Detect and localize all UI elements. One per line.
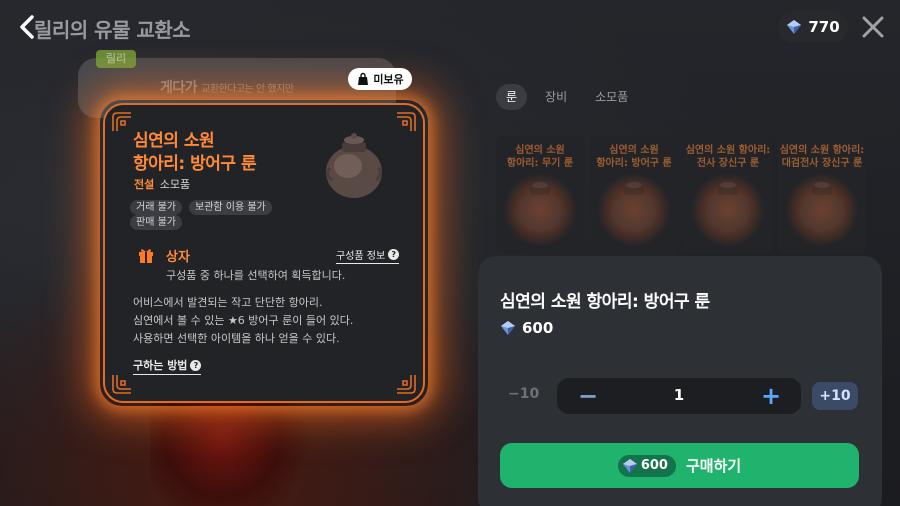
buy-label: 구매하기	[685, 457, 742, 475]
gem-icon	[622, 458, 637, 473]
shop-item-name-line1: 심연의 소원 항아리:	[685, 145, 771, 156]
jar-icon	[325, 133, 383, 198]
npc-speech-text: 게다가 교환한다고는 안 했지만	[160, 77, 294, 97]
item-name-line1: 심연의 소원	[133, 131, 215, 151]
jar-icon	[612, 182, 656, 232]
buy-price-value: 600	[640, 458, 668, 473]
item-tag: 보관함 이용 불가	[189, 200, 272, 215]
shop-item-name-line1: 심연의 소원	[609, 145, 659, 156]
npc-name-tag: 릴리	[96, 50, 136, 68]
gem-icon	[787, 20, 802, 34]
jar-icon	[706, 182, 750, 232]
background-decor	[150, 395, 330, 506]
item-shelf: 심연의 소원항아리: 무기 룬 심연의 소원항아리: 방어구 룬 심연의 소원 …	[490, 128, 900, 256]
shop-item-name: 심연의 소원항아리: 무기 룬	[496, 144, 584, 170]
corner-ornament-icon	[395, 373, 417, 395]
category-tabs: 룬 장비 소모품	[496, 84, 638, 110]
quantity-value[interactable]: 1	[657, 386, 701, 404]
shop-item-name-line2: 전사 장신구 룬	[696, 158, 760, 169]
not-owned-label: 미보유	[373, 73, 404, 86]
item-description: 어비스에서 발견되는 작고 단단한 항아리. 심연에서 볼 수 있는 ★6 방어…	[133, 294, 403, 348]
plus-10-button[interactable]: +10	[812, 382, 858, 410]
purchase-price-value: 600	[522, 319, 554, 337]
question-icon: ?	[388, 249, 400, 260]
shop-item-name-line1: 심연의 소원 항아리:	[779, 145, 865, 156]
currency-amount: 770	[808, 18, 840, 36]
tab-consumable[interactable]: 소모품	[585, 84, 638, 110]
quantity-stepper: − 1 +	[557, 378, 801, 414]
item-grade: 전설	[134, 178, 155, 191]
jar-icon	[518, 182, 562, 232]
decrease-button[interactable]: −	[577, 382, 599, 410]
item-tag: 판매 불가	[130, 215, 182, 230]
gift-box-icon	[139, 249, 153, 263]
shop-item-name-line2: 항아리: 무기 룬	[506, 158, 574, 169]
buy-button[interactable]: 600 구매하기	[500, 443, 859, 488]
question-icon: ?	[190, 359, 202, 371]
item-grade-line: 전설 소모품	[134, 176, 190, 192]
shop-item-name-line1: 심연의 소원	[515, 145, 565, 156]
jar-icon	[800, 182, 844, 232]
increase-button[interactable]: +	[759, 382, 783, 410]
shop-item-name: 심연의 소원 항아리: 전사 장신구 룬	[684, 144, 772, 170]
how-to-get-label: 구하는 방법	[133, 359, 188, 372]
gem-icon	[501, 321, 515, 335]
item-description-line: 심연에서 볼 수 있는 ★6 방어구 룬이 들어 있다.	[133, 314, 354, 327]
shop-item-slot[interactable]: 심연의 소원 항아리: 대검전사 장신구 룬	[778, 136, 866, 254]
shop-item-slot[interactable]: 심연의 소원항아리: 방어구 룬	[590, 136, 678, 254]
npc-speech-sub: 교환한다고는 안 했지만	[201, 84, 294, 95]
item-name-line2: 항아리: 방어구 룬	[133, 154, 257, 174]
corner-ornament-icon	[395, 111, 417, 133]
purchase-item-name: 심연의 소원 항아리: 방어구 룬	[500, 292, 710, 312]
not-owned-badge: 미보유	[348, 68, 412, 90]
how-to-get-link[interactable]: 구하는 방법 ?	[133, 357, 202, 375]
shop-item-name-line2: 대검전사 장신구 룬	[781, 158, 863, 169]
item-name: 심연의 소원 항아리: 방어구 룬	[133, 130, 293, 176]
composition-info-label: 구성품 정보	[336, 251, 386, 262]
corner-ornament-icon	[111, 373, 133, 395]
corner-ornament-icon	[111, 111, 133, 133]
plus-icon: +	[760, 382, 782, 410]
page-title: 릴리의 유물 교환소	[34, 18, 191, 42]
close-button[interactable]	[860, 14, 886, 40]
item-description-line: 어비스에서 발견되는 작고 단단한 항아리.	[133, 296, 323, 309]
tab-rune[interactable]: 룬	[496, 84, 528, 110]
shop-item-name: 심연의 소원 항아리: 대검전사 장신구 룬	[778, 144, 866, 170]
item-type: 소모품	[159, 178, 191, 191]
box-description: 구성품 중 하나를 선택하여 획득합니다.	[166, 269, 346, 282]
npc-speech-main: 게다가	[160, 80, 198, 96]
box-title: 상자	[166, 250, 190, 265]
tab-equipment[interactable]: 장비	[535, 84, 577, 110]
purchase-unit-price: 600	[500, 319, 553, 337]
top-bar: 릴리의 유물 교환소 770	[0, 0, 900, 54]
close-icon	[862, 16, 884, 38]
bag-icon	[358, 72, 369, 85]
shop-item-slot[interactable]: 심연의 소원 항아리: 전사 장신구 룬	[684, 136, 772, 254]
minus-10-button[interactable]: −10	[508, 386, 539, 402]
item-description-line: 사용하면 선택한 아이템을 하나 얻을 수 있다.	[133, 332, 340, 345]
composition-info-link[interactable]: 구성품 정보 ?	[336, 247, 400, 264]
currency-display[interactable]: 770	[778, 11, 848, 43]
item-tag: 거래 불가	[130, 200, 182, 215]
shop-item-slot[interactable]: 심연의 소원항아리: 무기 룬	[496, 136, 584, 254]
buy-price-pill: 600	[617, 454, 676, 477]
minus-icon: −	[577, 382, 599, 410]
shop-item-name: 심연의 소원항아리: 방어구 룬	[590, 144, 678, 170]
shop-item-name-line2: 항아리: 방어구 룬	[596, 158, 672, 169]
